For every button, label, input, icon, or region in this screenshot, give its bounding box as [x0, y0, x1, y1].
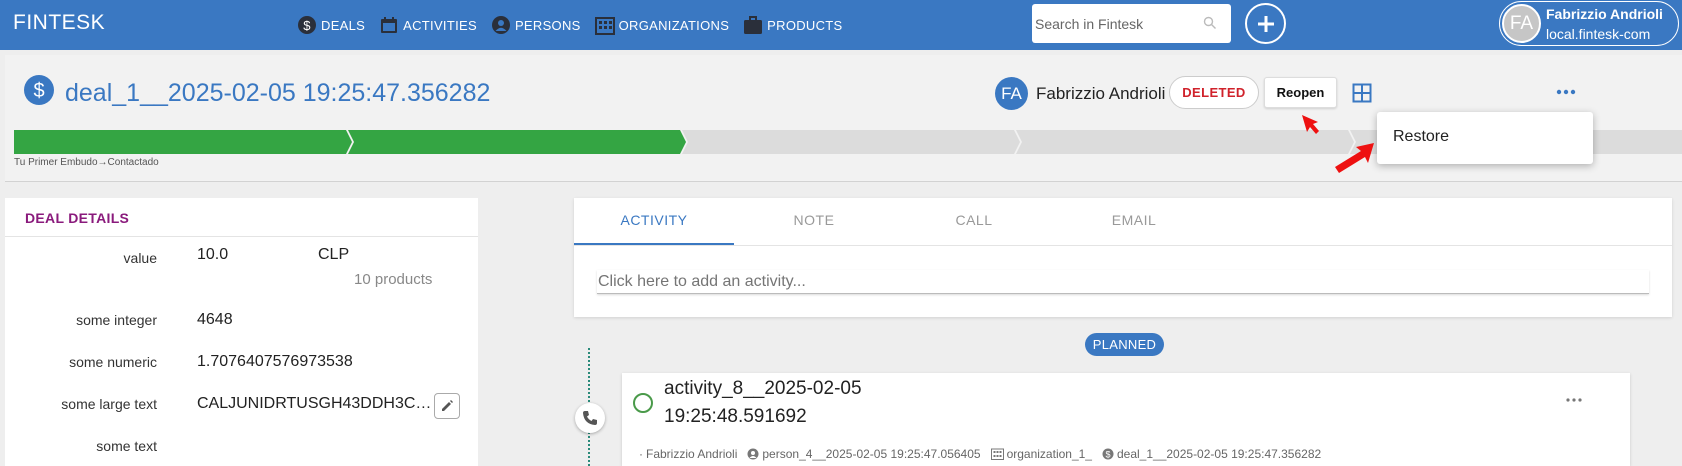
add-new-button[interactable]: [1245, 3, 1286, 44]
tab-note[interactable]: NOTE: [734, 212, 894, 228]
divider: [5, 236, 478, 237]
field-label: value: [123, 250, 157, 266]
nav-products-label: PRODUCTS: [767, 17, 843, 33]
activity-done-checkbox[interactable]: [633, 393, 653, 413]
activity-title-line: activity_8__2025-02-05: [664, 378, 862, 399]
activity-more-icon[interactable]: [1565, 395, 1583, 405]
field-label: some text: [96, 438, 157, 454]
grid-view-icon[interactable]: [1352, 83, 1372, 103]
building-icon: [594, 17, 615, 35]
deal-options-menu: Restore: [1377, 112, 1593, 164]
user-domain: local.fintesk-com: [1546, 25, 1651, 42]
tab-activity[interactable]: ACTIVITY: [574, 212, 734, 228]
user-menu[interactable]: FA Fabrizzio Andrioli local.fintesk-com: [1499, 1, 1679, 46]
activity-type-marker: [575, 403, 605, 433]
nav-products[interactable]: PRODUCTS: [743, 15, 842, 35]
field-label: some large text: [61, 396, 157, 412]
top-navbar: FINTESK $ DEALS ACTIVITIES PERSONS ORGAN…: [0, 0, 1682, 50]
activity-item[interactable]: activity_8__2025-02-05 19:25:48.591692 ·…: [622, 373, 1630, 466]
nav-deals[interactable]: $ DEALS: [297, 15, 365, 35]
app-brand[interactable]: FINTESK: [13, 11, 105, 35]
person-icon: [747, 448, 759, 460]
user-avatar: FA: [1502, 4, 1541, 43]
svg-text:$: $: [303, 18, 311, 33]
activity-title-line: 19:25:48.591692: [664, 406, 807, 427]
svg-text:$: $: [33, 80, 44, 102]
stage-name: Contactado: [107, 157, 159, 168]
person-icon: [491, 16, 510, 34]
nav-activities[interactable]: ACTIVITIES: [379, 15, 477, 35]
search-input[interactable]: [1035, 15, 1205, 32]
activity-deal-link[interactable]: $ deal_1__2025-02-05 19:25:47.356282: [1102, 447, 1321, 461]
briefcase-icon: [744, 16, 763, 34]
plus-icon: [1257, 15, 1274, 32]
phone-icon: [583, 411, 597, 425]
global-search: [1032, 4, 1231, 43]
field-currency[interactable]: CLP: [318, 246, 349, 264]
field-label: some numeric: [69, 354, 157, 370]
more-options-icon[interactable]: [1556, 85, 1576, 99]
field-value[interactable]: 10.0: [197, 246, 228, 264]
pipeline-stage[interactable]: [348, 130, 686, 154]
divider: [574, 245, 1672, 246]
reopen-button[interactable]: Reopen: [1264, 77, 1337, 108]
nav-organizations[interactable]: ORGANIZATIONS: [594, 15, 730, 35]
add-activity-input[interactable]: [597, 270, 1649, 294]
pipeline-name: Tu Primer Embudo: [14, 157, 98, 168]
pipeline-stage[interactable]: [14, 130, 352, 154]
arrow-right-icon: →: [97, 157, 108, 168]
svg-text:$: $: [1105, 450, 1110, 460]
activity-title[interactable]: activity_8__2025-02-05 19:25:48.591692: [664, 375, 964, 431]
calendar-icon: [381, 17, 398, 33]
restore-menu-item[interactable]: Restore: [1393, 128, 1449, 146]
owner-avatar[interactable]: FA: [995, 77, 1028, 110]
user-name: Fabrizzio Andrioli: [1546, 5, 1663, 22]
field-value[interactable]: 4648: [197, 311, 233, 329]
details-title: DEAL DETAILS: [25, 210, 130, 226]
owner-name[interactable]: Fabrizzio Andrioli: [1036, 84, 1165, 104]
activity-meta: · Fabrizzio Andrioli person_4__2025-02-0…: [639, 447, 1321, 461]
pencil-icon: [442, 400, 453, 411]
main-nav: $ DEALS ACTIVITIES PERSONS ORGANIZATIONS…: [297, 0, 843, 50]
nav-persons-label: PERSONS: [514, 17, 581, 33]
activity-organization-link[interactable]: organization_1_: [990, 447, 1092, 461]
tab-call[interactable]: CALL: [894, 212, 1054, 228]
nav-organizations-label: ORGANIZATIONS: [618, 17, 730, 33]
activity-composer-card: ACTIVITY NOTE CALL EMAIL: [574, 198, 1672, 317]
deal-title[interactable]: deal_1__2025-02-05 19:25:47.356282: [65, 79, 490, 108]
edit-field-button[interactable]: [434, 393, 460, 419]
annotation-arrow-icon: [1302, 115, 1319, 134]
annotation-arrow-icon: [1335, 143, 1374, 173]
pipeline-breadcrumb: Tu Primer Embudo→Contactado: [14, 157, 159, 168]
nav-deals-label: DEALS: [321, 17, 366, 33]
field-label: some integer: [76, 312, 157, 328]
pipeline-stage[interactable]: [682, 130, 1020, 154]
tab-email[interactable]: EMAIL: [1054, 212, 1214, 228]
dollar-icon: $: [1102, 448, 1114, 460]
activity-person-link[interactable]: person_4__2025-02-05 19:25:47.056405: [747, 447, 981, 461]
search-icon[interactable]: [1203, 16, 1217, 30]
dollar-icon: $: [24, 75, 54, 105]
field-value[interactable]: 1.7076407576973538: [197, 353, 353, 371]
activity-owner[interactable]: · Fabrizzio Andrioli: [639, 447, 737, 461]
nav-persons[interactable]: PERSONS: [491, 15, 581, 35]
status-badge: DELETED: [1169, 76, 1259, 109]
deal-details-card: DEAL DETAILS: [5, 198, 478, 466]
field-value[interactable]: CALJUNIDRTUSGH43DDH3C…: [197, 395, 431, 413]
building-icon: [990, 448, 1004, 460]
products-count[interactable]: 10 products: [354, 271, 432, 288]
planned-badge: PLANNED: [1085, 333, 1164, 356]
dollar-icon: $: [298, 16, 316, 34]
nav-activities-label: ACTIVITIES: [403, 17, 477, 33]
